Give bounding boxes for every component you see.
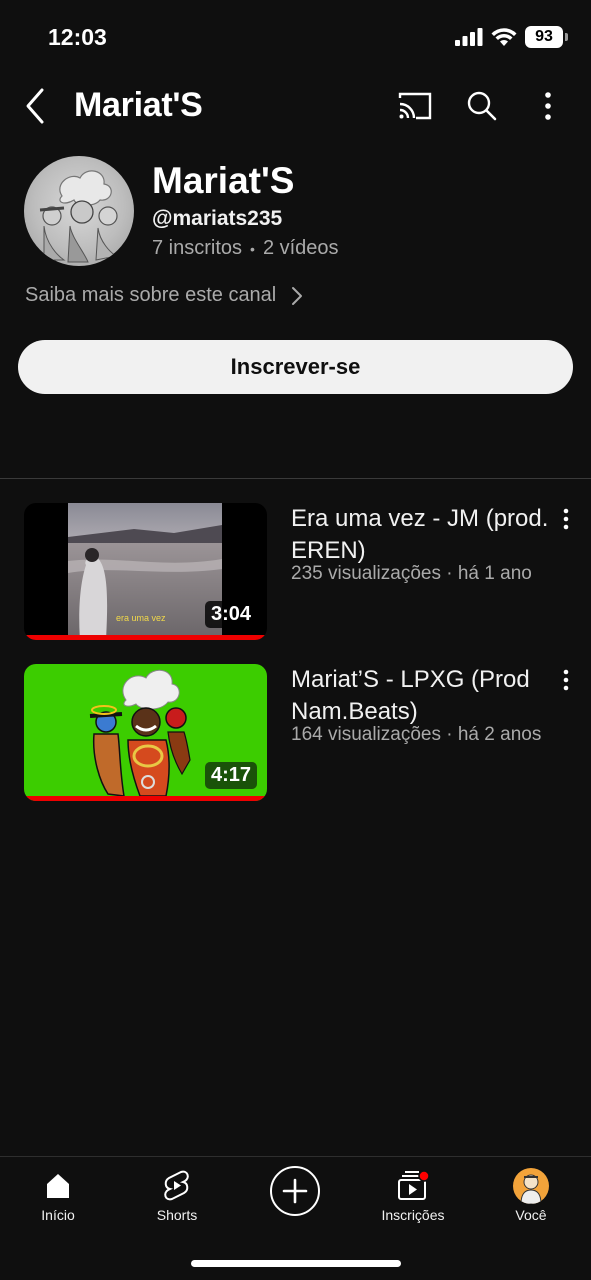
avatar [513,1168,549,1204]
video-list-item[interactable]: era uma vez 3:04 Era uma vez - JM (prod.… [0,503,591,643]
wifi-icon [491,28,517,46]
subscriptions-icon [398,1170,430,1200]
nav-label: Início [41,1207,75,1223]
subscribe-button[interactable]: Inscrever-se [18,340,573,394]
status-time: 12:03 [48,24,107,50]
nav-label: Inscrições [381,1207,445,1223]
chevron-left-icon [26,88,44,124]
stats-separator: • [250,240,255,257]
cast-button[interactable] [394,86,434,126]
home-icon [47,1174,69,1198]
channel-avatar[interactable] [24,156,134,266]
watch-progress-bar [24,796,267,801]
video-meta: 235 visualizações · há 1 ano [291,563,532,584]
nav-label: Você [515,1207,547,1223]
create-button[interactable] [270,1166,320,1216]
create-icon [282,1178,308,1204]
page-title: Mariat'S [74,86,203,124]
signal-icon [455,28,483,46]
section-divider [0,478,591,479]
chevron-right-icon [292,286,303,305]
more-vertical-icon [563,669,569,691]
avatar-illustration [520,1174,542,1204]
cast-icon [398,92,432,120]
channel-name: Mariat'S [152,160,295,201]
channel-stats: 7 inscritos • 2 vídeos [152,237,339,260]
video-duration: 3:04 [204,601,257,628]
nav-item-shorts[interactable]: Shorts [127,1157,227,1237]
video-thumbnail[interactable]: era uma vez 3:04 [24,503,267,640]
home-indicator [191,1260,401,1267]
video-more-button[interactable] [554,505,578,535]
shorts-icon [164,1170,189,1201]
video-duration: 4:17 [204,762,257,789]
thumbnail-caption: era uma vez [116,613,166,623]
channel-handle: @mariats235 [152,207,283,230]
video-list-item[interactable]: 4:17 Mariat’S - LPXG (Prod Nam.Beats) 16… [0,664,591,804]
more-vertical-icon [563,508,569,530]
more-vertical-icon [545,92,551,120]
nav-item-you[interactable]: Você [481,1157,581,1237]
nav-item-subscriptions[interactable]: Inscrições [363,1157,463,1237]
status-icons: 93 [455,26,568,48]
search-icon [467,91,497,121]
subscriber-count: 7 inscritos [152,237,243,259]
video-title[interactable]: Era uma vez - JM (prod. EREN) [291,503,561,567]
video-count: 2 vídeos [262,237,339,259]
video-meta: 164 visualizações · há 2 anos [291,724,542,745]
video-thumbnail[interactable]: 4:17 [24,664,267,801]
nav-item-home[interactable]: Início [8,1157,108,1237]
about-channel-link[interactable]: Saiba mais sobre este canal [25,284,304,307]
nav-label: Shorts [156,1207,198,1223]
bottom-navigation: Início Shorts Inscrições Você [0,1156,591,1280]
top-app-bar: Mariat'S [0,76,591,136]
back-button[interactable] [22,86,52,126]
video-title[interactable]: Mariat’S - LPXG (Prod Nam.Beats) [291,664,561,728]
avatar-illustration [39,170,118,263]
video-more-button[interactable] [554,666,578,696]
more-options-button[interactable] [528,86,568,126]
watch-progress-bar [24,635,267,640]
battery-indicator: 93 [525,26,568,48]
about-channel-label: Saiba mais sobre este canal [25,284,277,306]
status-bar: 12:03 93 [0,0,591,70]
search-button[interactable] [462,86,502,126]
